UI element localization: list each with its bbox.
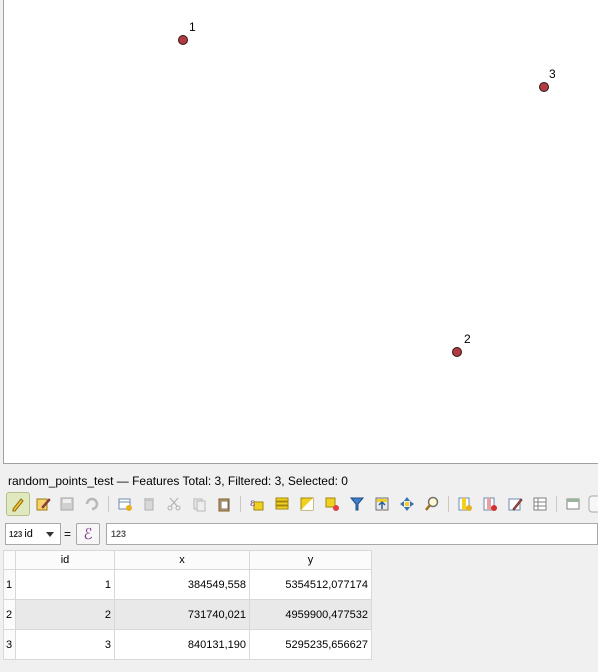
pan-to-selection-icon bbox=[400, 497, 414, 511]
cell-x[interactable]: 731740,021 bbox=[114, 599, 250, 630]
reload-icon bbox=[85, 497, 99, 511]
pan-to-selection-button[interactable] bbox=[395, 492, 419, 516]
new-field-icon bbox=[458, 497, 472, 511]
map-point-2[interactable] bbox=[452, 347, 462, 357]
zoom-to-selection-button[interactable] bbox=[420, 492, 444, 516]
map-canvas[interactable]: 1 2 3 bbox=[3, 0, 598, 464]
paste-button[interactable] bbox=[212, 492, 236, 516]
invert-selection-button[interactable] bbox=[295, 492, 319, 516]
multi-edit-button[interactable] bbox=[31, 492, 55, 516]
row-header[interactable]: 3 bbox=[3, 629, 16, 660]
cell-id[interactable]: 1 bbox=[15, 569, 115, 600]
map-point-3[interactable] bbox=[539, 82, 549, 92]
toolbar-separator bbox=[556, 496, 557, 512]
overflow-button[interactable] bbox=[588, 492, 598, 516]
toggle-editing-icon bbox=[12, 498, 24, 512]
delete-feature-icon bbox=[144, 498, 154, 511]
field-selector[interactable]: 123 id bbox=[5, 523, 61, 545]
expression-button[interactable]: ℰ bbox=[76, 523, 100, 545]
field-calculator-icon bbox=[508, 498, 523, 511]
copy-icon bbox=[193, 498, 206, 512]
dock-table-icon bbox=[566, 498, 580, 510]
paste-icon bbox=[218, 498, 230, 512]
attribute-table-toolbar: ε bbox=[0, 492, 598, 518]
new-field-button[interactable] bbox=[453, 492, 477, 516]
deselect-all-button[interactable] bbox=[320, 492, 344, 516]
add-feature-button[interactable] bbox=[113, 492, 137, 516]
map-point-label-2: 2 bbox=[464, 332, 471, 346]
delete-field-icon bbox=[483, 497, 497, 511]
cell-id[interactable]: 3 bbox=[15, 629, 115, 660]
column-header-id[interactable]: id bbox=[15, 550, 115, 570]
field-type-icon: 123 bbox=[9, 529, 23, 539]
conditional-formatting-icon bbox=[533, 497, 547, 511]
move-selection-to-top-icon bbox=[375, 497, 389, 511]
toolbar-separator bbox=[448, 496, 449, 512]
column-header-x[interactable]: x bbox=[114, 550, 250, 570]
svg-text:ε: ε bbox=[250, 498, 255, 509]
overflow-icon bbox=[588, 495, 598, 513]
dock-table-button[interactable] bbox=[561, 492, 585, 516]
add-feature-icon bbox=[118, 498, 132, 511]
toggle-editing-button[interactable] bbox=[6, 492, 30, 516]
delete-feature-button[interactable] bbox=[137, 492, 161, 516]
equals-label: = bbox=[64, 527, 72, 541]
save-edits-button[interactable] bbox=[55, 492, 79, 516]
select-by-expression-button[interactable]: ε bbox=[245, 492, 269, 516]
multi-edit-icon bbox=[36, 498, 51, 511]
zoom-to-selection-icon bbox=[425, 496, 439, 511]
map-point-label-1: 1 bbox=[189, 20, 196, 34]
table-row[interactable]: 2 2 731740,021 4959900,477532 bbox=[3, 599, 372, 630]
reload-button[interactable] bbox=[80, 492, 104, 516]
row-header[interactable]: 1 bbox=[3, 569, 16, 600]
cell-y[interactable]: 5295235,656627 bbox=[249, 629, 372, 660]
filter-icon bbox=[349, 497, 365, 511]
invert-selection-icon bbox=[300, 497, 314, 511]
cell-x[interactable]: 840131,190 bbox=[114, 629, 250, 660]
deselect-all-icon bbox=[325, 497, 339, 511]
map-point-label-3: 3 bbox=[549, 67, 556, 81]
field-name: id bbox=[24, 528, 33, 540]
copy-button[interactable] bbox=[187, 492, 211, 516]
field-calculator-button[interactable] bbox=[503, 492, 527, 516]
cell-y[interactable]: 5354512,077174 bbox=[249, 569, 372, 600]
attribute-table: id x y 1 1 384549,558 5354512,077174 2 2… bbox=[3, 550, 372, 660]
filter-value-input[interactable]: 123 bbox=[106, 523, 598, 545]
delete-field-button[interactable] bbox=[478, 492, 502, 516]
attribute-table-title: random_points_test — Features Total: 3, … bbox=[8, 474, 348, 488]
select-by-expression-icon: ε bbox=[250, 498, 264, 511]
conditional-formatting-button[interactable] bbox=[528, 492, 552, 516]
corner-header[interactable] bbox=[3, 550, 16, 570]
map-point-1[interactable] bbox=[178, 35, 188, 45]
column-header-y[interactable]: y bbox=[249, 550, 372, 570]
row-header[interactable]: 2 bbox=[3, 599, 16, 630]
filter-button[interactable] bbox=[345, 492, 369, 516]
cell-x[interactable]: 384549,558 bbox=[114, 569, 250, 600]
toolbar-separator bbox=[108, 496, 109, 512]
select-all-icon bbox=[275, 497, 289, 510]
field-filter-row: 123 id = ℰ 123 bbox=[0, 520, 598, 548]
save-edits-icon bbox=[60, 497, 74, 511]
cut-icon bbox=[167, 497, 181, 511]
select-all-button[interactable] bbox=[270, 492, 294, 516]
cell-id[interactable]: 2 bbox=[15, 599, 115, 630]
table-row[interactable]: 3 3 840131,190 5295235,656627 bbox=[3, 629, 372, 660]
table-row[interactable]: 1 1 384549,558 5354512,077174 bbox=[3, 569, 372, 600]
move-selection-to-top-button[interactable] bbox=[370, 492, 394, 516]
cell-y[interactable]: 4959900,477532 bbox=[249, 599, 372, 630]
cut-button[interactable] bbox=[162, 492, 186, 516]
toolbar-separator bbox=[240, 496, 241, 512]
chevron-down-icon bbox=[46, 532, 54, 537]
